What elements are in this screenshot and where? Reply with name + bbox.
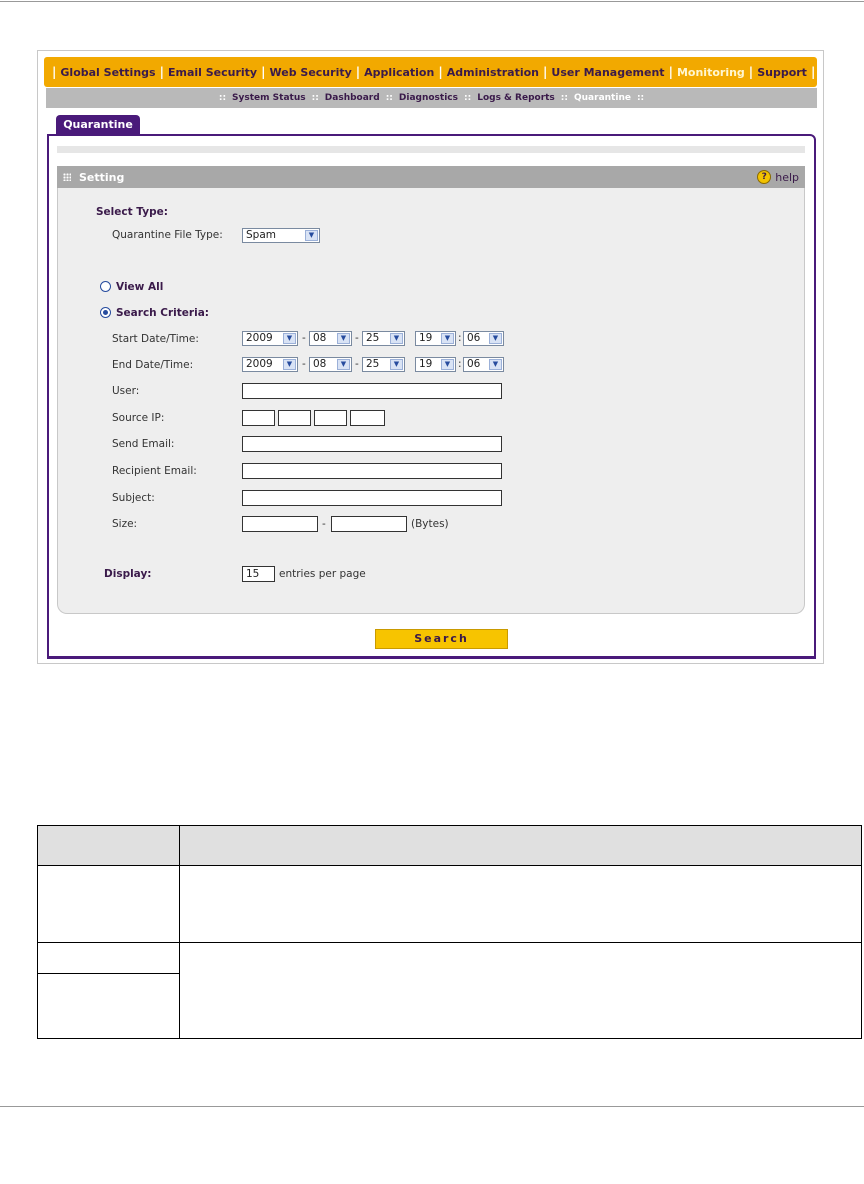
start-year-select[interactable]: 2009 ▼ [242,331,298,346]
sub-nav-system-status[interactable]: System Status [232,93,306,103]
section-title: Setting [79,170,125,184]
chevron-down-icon: ▼ [489,359,502,370]
top-nav-user-management[interactable]: User Management [551,66,664,79]
top-nav: | Global Settings | Email Security | Web… [44,57,817,87]
table-cell [37,942,180,974]
file-type-value: Spam [246,229,276,241]
start-day-select[interactable]: 25 ▼ [362,331,405,346]
help-link[interactable]: ? help [757,170,799,184]
user-label: User: [112,385,140,397]
settings-panel: Select Type: Quarantine File Type: Spam … [57,188,805,614]
screenshot-frame: | Global Settings | Email Security | Web… [37,50,824,664]
end-day-select[interactable]: 25 ▼ [362,357,405,372]
start-month-select[interactable]: 08 ▼ [309,331,352,346]
file-type-select[interactable]: Spam ▼ [242,228,320,243]
recipient-email-input[interactable] [242,463,502,479]
chevron-down-icon: ▼ [489,333,502,344]
chevron-down-icon: ▼ [305,230,318,241]
top-nav-application[interactable]: Application [364,66,434,79]
view-all-radio[interactable] [100,281,111,292]
table-cell [179,942,862,1039]
chevron-down-icon: ▼ [283,333,296,344]
recipient-email-label: Recipient Email: [112,465,197,477]
search-criteria-label: Search Criteria: [116,307,209,319]
sub-nav-logs-reports[interactable]: Logs & Reports [477,93,555,103]
end-month-select[interactable]: 08 ▼ [309,357,352,372]
top-nav-global-settings[interactable]: Global Settings [60,66,155,79]
start-minute-select[interactable]: 06 ▼ [463,331,504,346]
help-icon: ? [757,170,772,184]
display-entries-input[interactable]: 15 [242,566,275,582]
chevron-down-icon: ▼ [390,333,403,344]
search-button[interactable]: Search [375,629,508,649]
page-bottom-rule [0,1106,864,1107]
table-cell [179,865,862,943]
table-cell [37,973,180,1039]
description-table [37,825,862,1039]
message-strip [57,146,805,153]
top-nav-support[interactable]: Support [757,66,807,79]
send-email-input[interactable] [242,436,502,452]
chevron-down-icon: ▼ [441,359,454,370]
content-frame: Setting ? help Select Type: Quarantine F… [47,134,816,659]
chevron-down-icon: ▼ [441,333,454,344]
end-minute-select[interactable]: 06 ▼ [463,357,504,372]
file-type-label: Quarantine File Type: [112,229,223,241]
search-criteria-radio[interactable] [100,307,111,318]
chevron-down-icon: ▼ [337,333,350,344]
size-label: Size: [112,518,138,530]
chevron-down-icon: ▼ [337,359,350,370]
help-label: help [775,170,799,184]
chevron-down-icon: ▼ [283,359,296,370]
section-header: Setting ? help [57,166,805,188]
sub-nav: :: System Status :: Dashboard :: Diagnos… [46,88,817,108]
sub-nav-dashboard[interactable]: Dashboard [325,93,380,103]
display-label: Display: [104,568,152,580]
top-nav-web-security[interactable]: Web Security [270,66,352,79]
table-header-cell [179,825,862,866]
top-nav-monitoring[interactable]: Monitoring [677,66,745,79]
top-nav-email-security[interactable]: Email Security [168,66,257,79]
tab-quarantine[interactable]: Quarantine [56,115,140,135]
source-ip-octet-3[interactable] [314,410,347,426]
source-ip-label: Source IP: [112,412,165,424]
select-type-label: Select Type: [96,206,168,218]
start-datetime-label: Start Date/Time: [112,333,199,345]
grip-icon [63,173,71,181]
entries-per-page-label: entries per page [279,568,366,580]
start-hour-select[interactable]: 19 ▼ [415,331,456,346]
size-min-input[interactable] [242,516,318,532]
subject-label: Subject: [112,492,155,504]
source-ip-octet-2[interactable] [278,410,311,426]
top-nav-administration[interactable]: Administration [447,66,539,79]
bytes-label: (Bytes) [411,518,449,530]
page-top-rule [0,1,864,2]
chevron-down-icon: ▼ [390,359,403,370]
source-ip-octet-1[interactable] [242,410,275,426]
end-hour-select[interactable]: 19 ▼ [415,357,456,372]
end-year-select[interactable]: 2009 ▼ [242,357,298,372]
sub-nav-diagnostics[interactable]: Diagnostics [399,93,458,103]
user-input[interactable] [242,383,502,399]
send-email-label: Send Email: [112,438,175,450]
subject-input[interactable] [242,490,502,506]
size-max-input[interactable] [331,516,407,532]
end-datetime-label: End Date/Time: [112,359,194,371]
source-ip-octet-4[interactable] [350,410,385,426]
table-cell [37,865,180,943]
sub-nav-quarantine[interactable]: Quarantine [574,93,631,103]
table-header-cell [37,825,180,866]
view-all-label: View All [116,281,164,293]
